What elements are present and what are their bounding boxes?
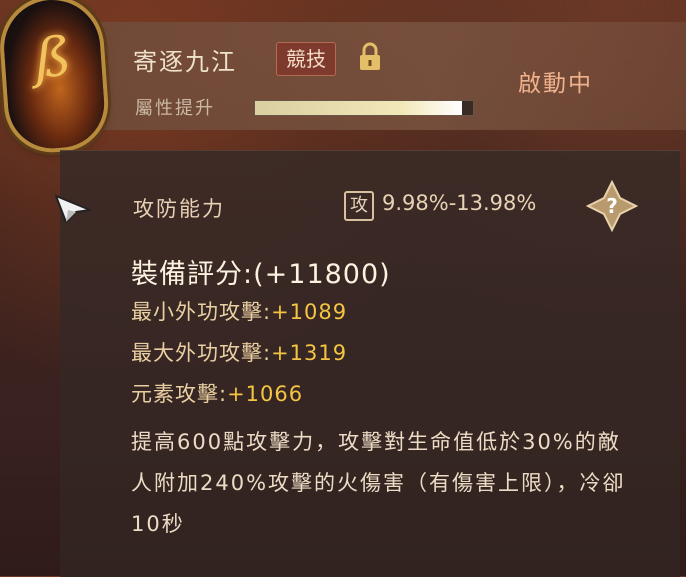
attribute-progress-bar [254, 100, 474, 116]
attack-type-icon: 攻 [344, 191, 374, 221]
stat-separator: : [263, 300, 272, 324]
score-separator: : [243, 259, 254, 290]
stat-value: +1066 [227, 382, 304, 406]
stat-value: +1319 [271, 341, 348, 365]
stat-separator: : [219, 382, 228, 406]
stat-separator: : [263, 341, 272, 365]
skill-description: 提高600點攻擊力，攻擊對生命值低於30%的敵人附加240%攻擊的火傷害（有傷害… [131, 430, 626, 536]
svg-text:?: ? [606, 194, 618, 218]
skill-emblem-icon: ß [0, 0, 108, 152]
question-icon[interactable]: ? [585, 179, 639, 233]
stat-row: 元素攻擊:+1066 [131, 378, 303, 408]
stat-label: 最大外功攻擊 [131, 341, 263, 365]
lock-icon[interactable] [352, 40, 388, 76]
stat-row: 最大外功攻擊:+1319 [131, 337, 347, 367]
attribute-label: 屬性提升 [135, 98, 215, 119]
stat-row: 最小外功攻擊:+1089 [131, 296, 347, 326]
stat-label: 最小外功攻擊 [131, 300, 263, 324]
equipment-score: 裝備評分:(+11800) [131, 252, 391, 291]
skill-name: 寄逐九江 [133, 48, 237, 76]
score-value: (+11800) [253, 259, 391, 290]
skill-tag-badge: 競技 [276, 42, 336, 76]
stat-label: 元素攻擊 [131, 382, 219, 406]
ability-range: 9.98%-13.98% [382, 191, 537, 215]
stat-value: +1089 [271, 300, 348, 324]
attribute-progress-fill [255, 101, 463, 115]
arrow-pointer-icon [52, 188, 94, 228]
score-label: 裝備評分 [131, 259, 243, 290]
status-text: 啟動中 [518, 71, 593, 97]
emblem-glyph: ß [32, 24, 74, 91]
ability-label: 攻防能力 [133, 197, 225, 221]
